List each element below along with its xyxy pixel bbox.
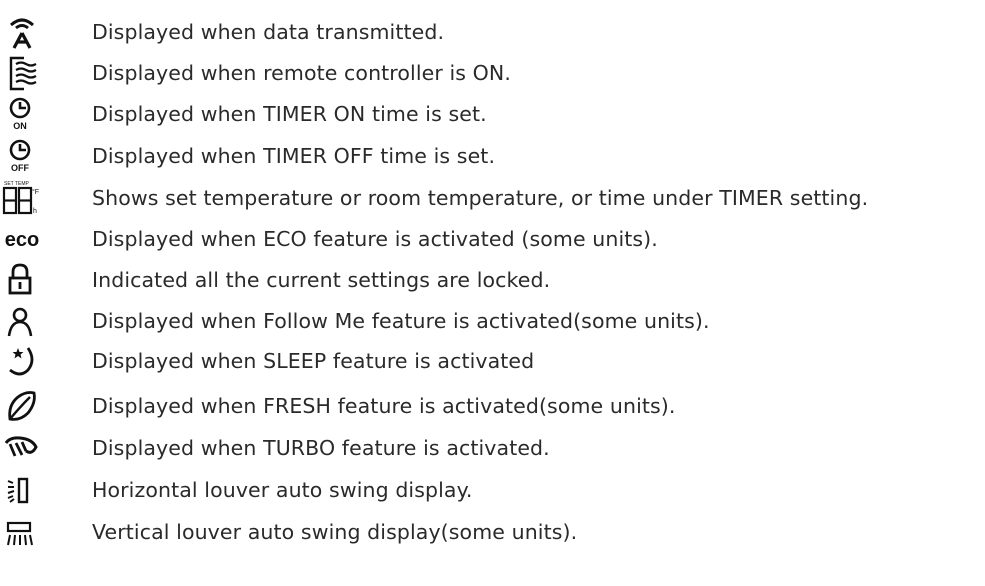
legend-row-sleep: Displayed when SLEEP feature is activate…: [0, 340, 985, 382]
legend-text: Displayed when SLEEP feature is activate…: [92, 349, 535, 373]
legend-row-lock: Indicated all the current settings are l…: [0, 259, 985, 301]
eco-icon-label: eco: [5, 229, 39, 251]
legend-row-fresh: Displayed when FRESH feature is activate…: [0, 385, 985, 427]
legend-row-remote-on: Displayed when remote controller is ON.: [0, 52, 985, 94]
legend-text: Indicated all the current settings are l…: [92, 268, 551, 292]
timer-on-icon-label: ON: [13, 121, 27, 131]
legend-row-timer-off: OFF Displayed when TIMER OFF time is set…: [0, 135, 985, 177]
temp-icon-unit-f: °F: [32, 188, 39, 196]
legend-text: Displayed when TIMER OFF time is set.: [92, 144, 496, 168]
legend-text: Displayed when Follow Me feature is acti…: [92, 309, 710, 333]
legend-row-vertical-swing: Vertical louver auto swing display(some …: [0, 511, 985, 553]
remote-on-icon: [2, 52, 42, 94]
legend-text: Displayed when FRESH feature is activate…: [92, 394, 676, 418]
vertical-swing-icon: [2, 511, 42, 553]
temp-icon-label: SET TEMP: [4, 181, 29, 187]
lock-icon: [2, 259, 42, 301]
fresh-leaf-icon: [2, 385, 42, 427]
legend-row-follow-me: Displayed when Follow Me feature is acti…: [0, 300, 985, 342]
legend-text: Displayed when TURBO feature is activate…: [92, 436, 550, 460]
legend-text: Displayed when data transmitted.: [92, 20, 445, 44]
legend-row-transmit: Displayed when data transmitted.: [0, 11, 985, 53]
follow-me-icon: [2, 300, 42, 342]
temp-icon-unit-h: h: [33, 208, 37, 215]
horizontal-swing-icon: [2, 469, 42, 511]
timer-off-icon-label: OFF: [11, 163, 29, 173]
legend-row-turbo: Displayed when TURBO feature is activate…: [0, 427, 985, 469]
legend-row-timer-on: ON Displayed when TIMER ON time is set.: [0, 93, 985, 135]
timer-on-icon: ON: [2, 93, 42, 135]
signal-transmit-icon: [2, 11, 42, 53]
timer-off-icon: OFF: [2, 135, 42, 177]
turbo-icon: [2, 427, 42, 469]
sleep-icon: [2, 340, 42, 382]
legend-row-horizontal-swing: Horizontal louver auto swing display.: [0, 469, 985, 511]
legend-text: Vertical louver auto swing display(some …: [92, 520, 578, 544]
legend-text: Displayed when remote controller is ON.: [92, 61, 511, 85]
legend-text: Displayed when TIMER ON time is set.: [92, 102, 487, 126]
temperature-display-icon: SET TEMP °F h: [2, 177, 42, 219]
legend-text: Displayed when ECO feature is activated …: [92, 227, 658, 251]
icon-legend: Displayed when data transmitted. Display…: [0, 0, 985, 586]
legend-row-temperature: SET TEMP °F h Shows set temperature or r…: [0, 177, 985, 219]
eco-icon: eco: [2, 218, 42, 260]
legend-row-eco: eco Displayed when ECO feature is activa…: [0, 218, 985, 260]
legend-text: Shows set temperature or room temperatur…: [92, 186, 869, 210]
legend-text: Horizontal louver auto swing display.: [92, 478, 473, 502]
